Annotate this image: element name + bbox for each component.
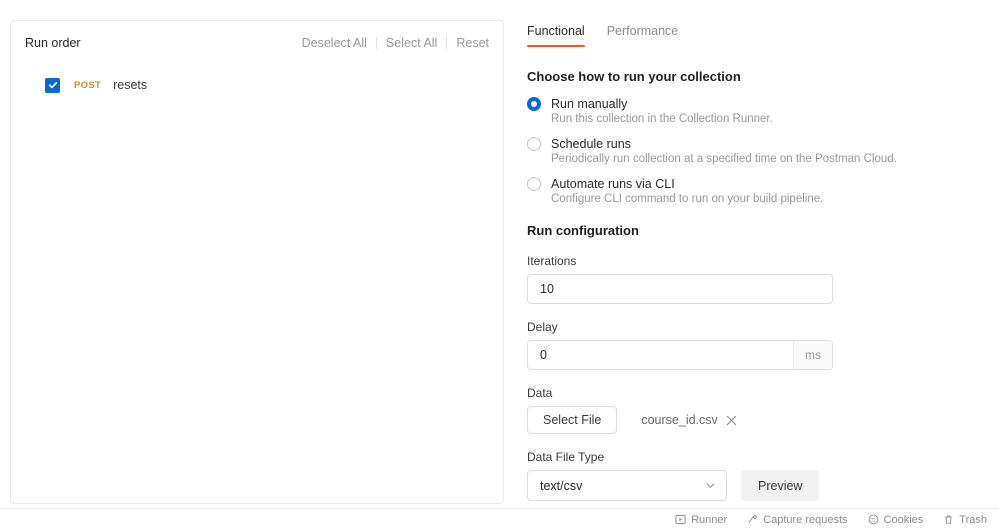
- remove-file-icon[interactable]: [726, 415, 737, 426]
- run-mode-label: Run manually: [551, 97, 627, 111]
- request-name: resets: [113, 78, 147, 92]
- run-settings-panel: Functional Performance Choose how to run…: [527, 24, 987, 530]
- footer-item-label: Capture requests: [763, 514, 847, 526]
- deselect-all-button[interactable]: Deselect All: [293, 36, 376, 50]
- run-order-actions: Deselect All Select All Reset: [293, 36, 489, 50]
- run-mode-option-schedule[interactable]: Schedule runs Periodically run collectio…: [527, 137, 987, 165]
- reset-button[interactable]: Reset: [447, 36, 489, 50]
- data-file-row: Select File course_id.csv: [527, 406, 987, 434]
- page-title: Run order: [25, 36, 81, 50]
- data-label: Data: [527, 386, 987, 400]
- footer-item-label: Runner: [691, 514, 727, 526]
- select-file-button[interactable]: Select File: [527, 406, 617, 434]
- data-file-type-value: text/csv: [540, 479, 582, 493]
- radio-run-manually[interactable]: [527, 97, 541, 111]
- radio-schedule-runs[interactable]: [527, 137, 541, 151]
- delay-input[interactable]: 0 ms: [527, 340, 833, 370]
- list-item[interactable]: POST resets: [11, 73, 503, 97]
- run-mode-option-manual[interactable]: Run manually Run this collection in the …: [527, 97, 987, 125]
- run-order-header: Run order Deselect All Select All Reset: [11, 21, 503, 55]
- tab-functional[interactable]: Functional: [527, 24, 585, 47]
- delay-unit: ms: [793, 341, 832, 369]
- data-file-type-row: text/csv Preview: [527, 470, 987, 501]
- footer-item-cookies[interactable]: Cookies: [868, 514, 924, 526]
- request-method-badge: POST: [74, 80, 101, 91]
- request-list: POST resets: [11, 55, 503, 97]
- selected-file-name: course_id.csv: [641, 413, 717, 427]
- run-mode-option-cli[interactable]: Automate runs via CLI Configure CLI comm…: [527, 177, 987, 205]
- run-mode-radio-group: Run manually Run this collection in the …: [527, 97, 987, 205]
- radio-automate-cli[interactable]: [527, 177, 541, 191]
- run-mode-label: Schedule runs: [551, 137, 631, 151]
- preview-button[interactable]: Preview: [741, 470, 819, 501]
- run-order-panel: Run order Deselect All Select All Reset …: [10, 20, 504, 504]
- iterations-value: 10: [528, 282, 832, 296]
- settings-tabs: Functional Performance: [527, 24, 987, 47]
- run-mode-description: Run this collection in the Collection Ru…: [551, 113, 987, 125]
- choose-run-heading: Choose how to run your collection: [527, 69, 987, 84]
- chevron-down-icon: [705, 480, 716, 491]
- iterations-label: Iterations: [527, 254, 987, 268]
- request-checkbox[interactable]: [45, 78, 60, 93]
- footer-item-runner[interactable]: Runner: [675, 514, 727, 526]
- data-file-type-label: Data File Type: [527, 450, 987, 464]
- collection-runner-screen: Run order Deselect All Select All Reset …: [0, 0, 999, 530]
- footer-item-label: Trash: [959, 514, 987, 526]
- delay-value: 0: [528, 348, 793, 362]
- run-mode-description: Periodically run collection at a specifi…: [551, 153, 987, 165]
- status-bar: Runner Capture requests Cookies Trash: [0, 508, 999, 530]
- run-mode-label: Automate runs via CLI: [551, 177, 675, 191]
- tab-performance[interactable]: Performance: [607, 24, 679, 47]
- run-mode-description: Configure CLI command to run on your bui…: [551, 193, 987, 205]
- iterations-input[interactable]: 10: [527, 274, 833, 304]
- footer-item-trash[interactable]: Trash: [943, 514, 987, 526]
- footer-item-capture-requests[interactable]: Capture requests: [747, 514, 847, 526]
- data-file-type-select[interactable]: text/csv: [527, 470, 727, 501]
- run-configuration-heading: Run configuration: [527, 223, 987, 238]
- delay-label: Delay: [527, 320, 987, 334]
- select-all-button[interactable]: Select All: [377, 36, 446, 50]
- footer-item-label: Cookies: [884, 514, 924, 526]
